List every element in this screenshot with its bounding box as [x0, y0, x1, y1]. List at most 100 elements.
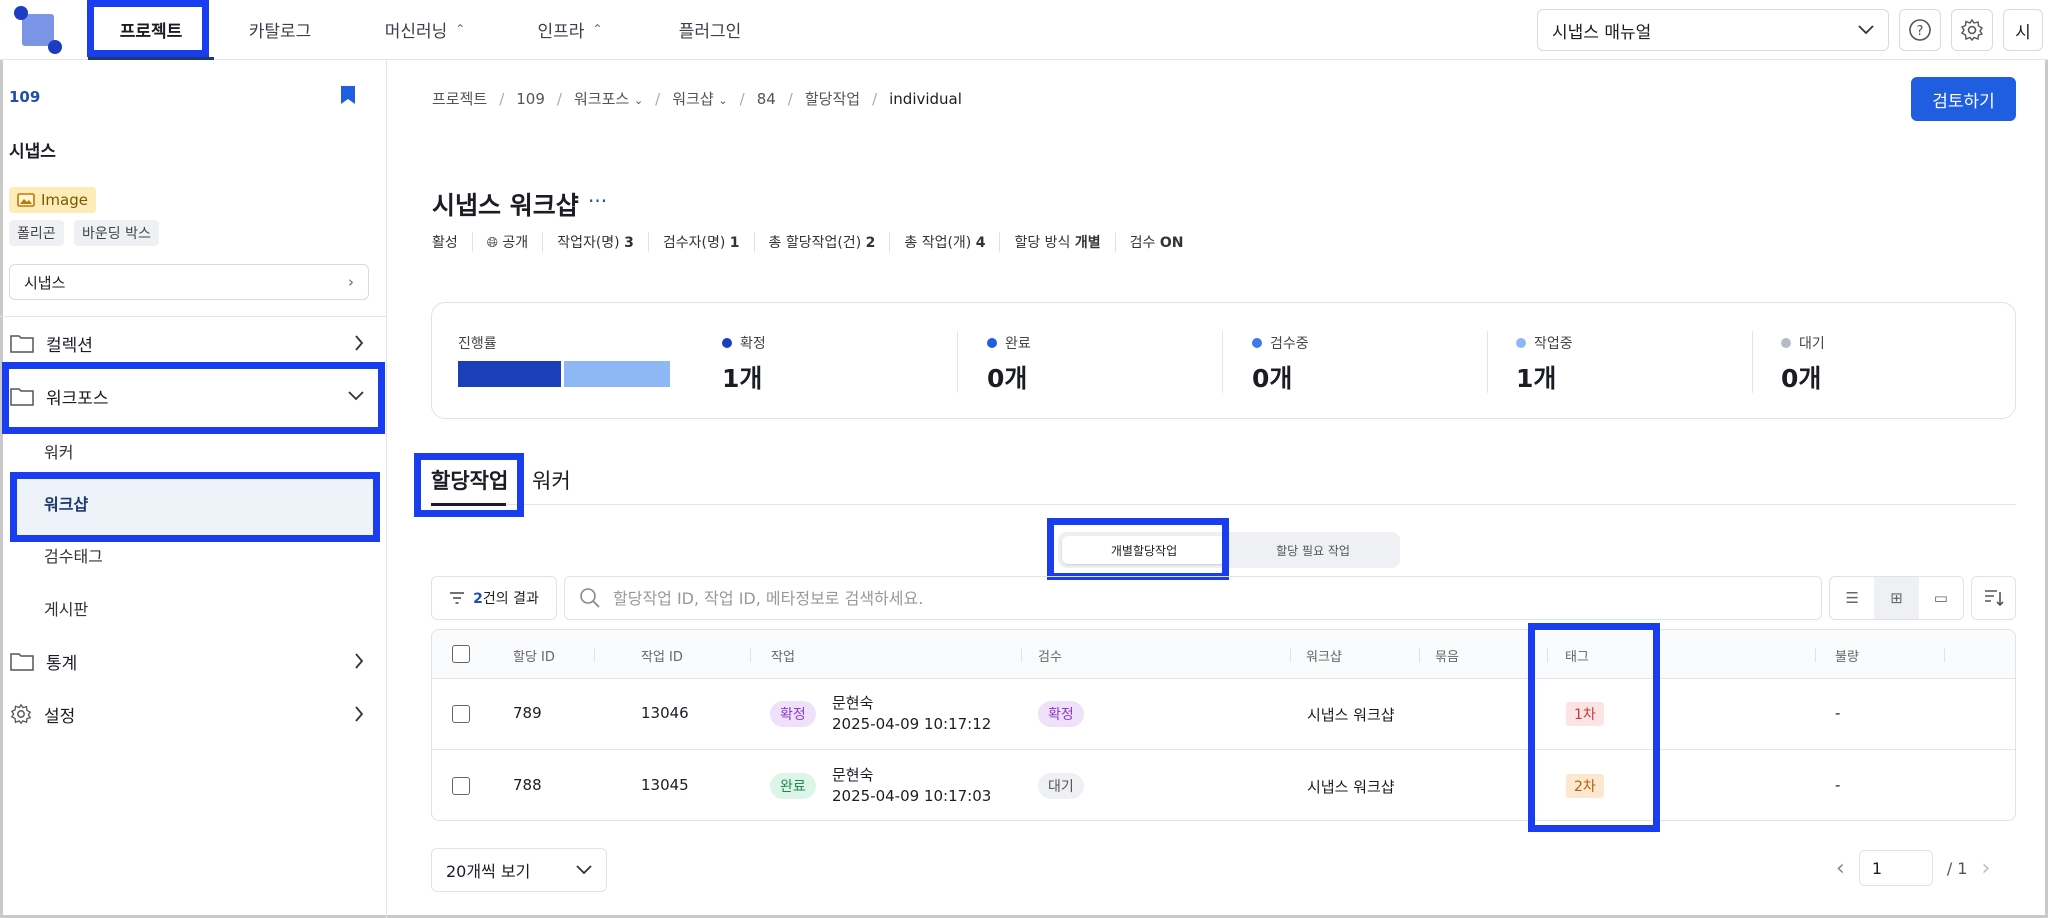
- column-header[interactable]: 작업 ID: [641, 646, 683, 665]
- chevron-right-icon: [355, 706, 364, 722]
- stat-waiting-label: 대기: [1781, 333, 1825, 353]
- help-button[interactable]: ?: [1899, 9, 1941, 51]
- manual-select[interactable]: 시냅스 매뉴얼: [1537, 9, 1889, 51]
- table-row[interactable]: 789 13046 확정 문현숙 2025-04-09 10:17:12 확정 …: [432, 679, 2015, 750]
- page-size-select[interactable]: 20개씩 보기: [431, 848, 607, 892]
- meta-visibility: 🌐︎ 공개: [471, 232, 542, 252]
- sidebar-item-collection[interactable]: 컬렉션: [0, 317, 386, 369]
- status-dot: [722, 338, 732, 348]
- assignments-table: 할당 ID 작업 ID 작업 검수 워크샵 묶음 태그 불량 789 13046…: [431, 629, 2016, 821]
- grid-view-icon[interactable]: ⊞: [1874, 577, 1919, 619]
- page-input[interactable]: 1: [1858, 850, 1933, 886]
- progress-stats-card: 진행률 확정 1개 완료 0개 검수중 0개 작업중 1개 대기 0개: [431, 302, 2016, 419]
- svg-text:?: ?: [1917, 24, 1924, 39]
- sidebar-item-review-tag[interactable]: 검수태그: [44, 543, 103, 567]
- segment-needs-assignment[interactable]: 할당 필요 작업: [1230, 536, 1396, 564]
- project-name: 시냅스: [9, 142, 56, 162]
- meta-tasks: 총 작업(개) 4: [889, 232, 999, 252]
- stat-working-label: 작업중: [1516, 333, 1573, 353]
- stat-complete-label: 완료: [987, 333, 1031, 353]
- globe-icon: 🌐︎: [486, 235, 498, 251]
- user-avatar[interactable]: 시: [2003, 9, 2043, 51]
- breadcrumb-item[interactable]: 워크샵 ⌄: [672, 88, 727, 109]
- column-header[interactable]: 워크샵: [1306, 646, 1342, 665]
- chevron-down-icon: ⌄: [633, 94, 644, 107]
- column-header[interactable]: 묶음: [1435, 646, 1459, 665]
- status-dot: [1252, 338, 1262, 348]
- gear-icon: [1960, 18, 1984, 42]
- project-id: 109: [9, 88, 41, 106]
- card-view-icon[interactable]: ▭: [1919, 577, 1963, 619]
- chevron-right-icon: [355, 653, 364, 669]
- assign-id: 789: [513, 704, 542, 722]
- task-id[interactable]: 13046: [641, 704, 689, 722]
- status-dot: [1781, 338, 1791, 348]
- table-row[interactable]: 788 13045 완료 문현숙 2025-04-09 10:17:03 대기 …: [432, 751, 2015, 820]
- worker-name: 문현숙: [832, 766, 874, 784]
- segment-individual[interactable]: 개별할당작업: [1062, 536, 1226, 564]
- select-all-checkbox[interactable]: [452, 645, 470, 663]
- breadcrumb: 프로젝트/ 109/ 워크포스 ⌄ / 워크샵 ⌄/ 84/ 할당작업 / indi…: [432, 88, 962, 109]
- top-navigation: 프로젝트 카탈로그 머신러닝 ⌃ 인프라 ⌃ 플러그인 시냅스 매뉴얼 ? 시: [0, 0, 2048, 60]
- meta-status: 활성: [432, 235, 458, 251]
- nav-infra[interactable]: 인프라 ⌃: [530, 0, 610, 58]
- review-status-badge: 확정: [1038, 701, 1084, 727]
- prev-page-icon[interactable]: ‹: [1836, 856, 1845, 881]
- page-title: 시냅스 워크샵: [432, 191, 579, 220]
- sidebar-item-settings[interactable]: 설정: [0, 688, 386, 740]
- data-type-badge: Image: [9, 187, 96, 213]
- meta-assignments: 총 할당작업(건) 2: [753, 232, 890, 252]
- assignment-type-toggle: 개별할당작업 할당 필요 작업: [1058, 532, 1400, 568]
- breadcrumb-item[interactable]: 84: [757, 90, 776, 108]
- column-header[interactable]: 태그: [1565, 646, 1589, 665]
- folder-icon: [10, 388, 34, 406]
- breadcrumb-item[interactable]: 워크포스 ⌄: [574, 88, 643, 109]
- filter-button[interactable]: 2건의 결과: [431, 576, 557, 620]
- breadcrumb-item[interactable]: 109: [516, 90, 545, 108]
- meta-reviewers: 검수자(명) 1: [647, 232, 754, 252]
- workshop-name: 시냅스 워크샵: [1307, 706, 1395, 724]
- tab-workers[interactable]: 워커: [532, 465, 571, 495]
- tab-assignments[interactable]: 할당작업: [431, 465, 508, 495]
- progress-bar-remaining: [564, 361, 670, 387]
- column-header[interactable]: 불량: [1835, 646, 1859, 665]
- nav-projects[interactable]: 프로젝트: [88, 0, 214, 58]
- column-header[interactable]: 작업: [771, 646, 795, 665]
- task-id[interactable]: 13045: [641, 776, 689, 794]
- total-pages: / 1: [1946, 858, 1968, 878]
- image-icon: [17, 193, 35, 207]
- assign-id: 788: [513, 776, 542, 794]
- stat-confirmed-label: 확정: [722, 333, 766, 353]
- row-checkbox[interactable]: [452, 777, 470, 795]
- sort-button[interactable]: [1971, 576, 2016, 620]
- breadcrumb-item[interactable]: 프로젝트: [432, 88, 487, 109]
- more-options-icon[interactable]: ···: [588, 189, 607, 213]
- bookmark-icon[interactable]: [340, 85, 356, 105]
- settings-button[interactable]: [1951, 9, 1993, 51]
- row-checkbox[interactable]: [452, 705, 470, 723]
- list-view-icon[interactable]: ☰: [1830, 577, 1874, 619]
- workshop-name: 시냅스 워크샵: [1307, 778, 1395, 796]
- sidebar-item-worker[interactable]: 워커: [44, 439, 73, 463]
- column-header[interactable]: 검수: [1038, 646, 1062, 665]
- sidebar-item-stats[interactable]: 통계: [0, 635, 386, 687]
- task-status-badge: 확정: [770, 701, 816, 727]
- breadcrumb-item[interactable]: 할당작업: [805, 88, 860, 109]
- stat-working-value: 1개: [1516, 364, 1557, 393]
- task-timestamp: 2025-04-09 10:17:03: [832, 787, 992, 805]
- task-timestamp: 2025-04-09 10:17:12: [832, 715, 992, 733]
- column-header[interactable]: 할당 ID: [513, 646, 555, 665]
- app-logo[interactable]: [14, 6, 62, 54]
- folder-icon: [10, 335, 34, 353]
- nav-plugins[interactable]: 플러그인: [665, 0, 755, 58]
- sidebar-item-workshop[interactable]: 워크샵: [44, 491, 88, 515]
- sidebar-item-board[interactable]: 게시판: [44, 596, 88, 620]
- sidebar-item-workforce[interactable]: 워크포스: [0, 370, 386, 422]
- next-page-icon[interactable]: ›: [1981, 856, 1990, 881]
- review-button[interactable]: 검토하기: [1911, 77, 2016, 121]
- nav-machine-learning[interactable]: 머신러닝 ⌃: [370, 0, 480, 58]
- nav-catalog[interactable]: 카탈로그: [230, 0, 330, 58]
- search-box[interactable]: [564, 576, 1822, 620]
- dataset-select[interactable]: 시냅스 ›: [9, 264, 369, 300]
- search-input[interactable]: [613, 588, 1793, 608]
